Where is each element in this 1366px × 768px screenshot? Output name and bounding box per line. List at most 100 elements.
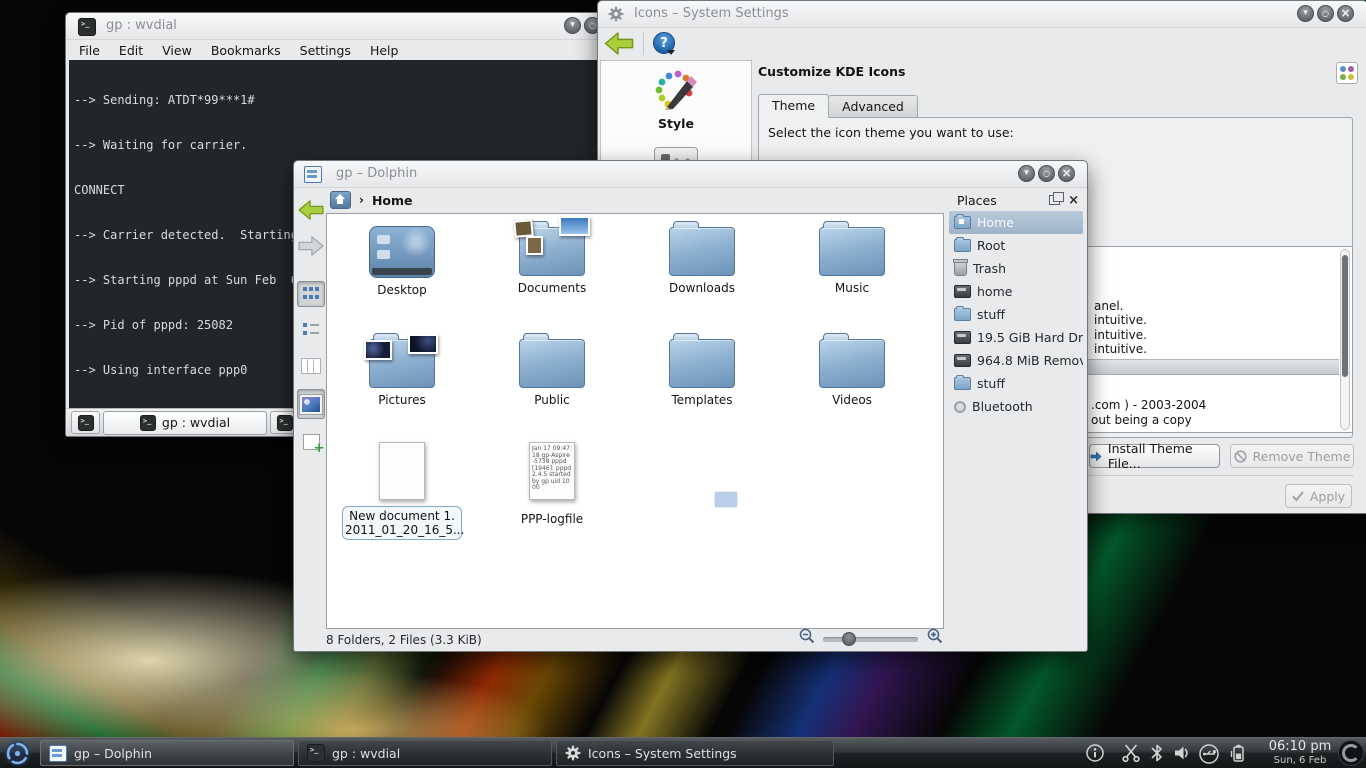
breadcrumb-home[interactable]: Home (372, 193, 413, 208)
app-launcher-button[interactable] (3, 739, 32, 768)
page-title: Customize KDE Icons (758, 64, 905, 79)
zoom-slider-handle[interactable] (842, 632, 856, 646)
close-panel-icon[interactable] (1068, 194, 1079, 207)
style-icon (653, 69, 699, 113)
menu-bookmarks[interactable]: Bookmarks (211, 43, 281, 58)
bluetooth-icon[interactable] (1149, 743, 1165, 767)
home-folder-icon[interactable] (330, 191, 351, 209)
back-button[interactable] (604, 31, 634, 60)
details-view-button[interactable] (297, 317, 325, 343)
folder-icon (954, 308, 971, 321)
split-view-button[interactable] (297, 429, 325, 455)
status-text: 8 Folders, 2 Files (3.3 KiB) (326, 633, 482, 647)
menu-file[interactable]: File (79, 43, 100, 58)
terminal-tab-icon (140, 415, 156, 431)
maximize-button[interactable] (1317, 5, 1334, 22)
icons-view-button[interactable] (297, 281, 325, 307)
menu-edit[interactable]: Edit (119, 43, 143, 58)
folder-item-templates[interactable]: Templates (637, 330, 767, 407)
selected-file-label: New document 1. 2011_01_20_16_5... (342, 506, 462, 540)
minimize-button[interactable] (564, 17, 581, 34)
dolphin-title: gp – Dolphin (336, 166, 417, 181)
maximize-button[interactable] (1038, 165, 1055, 182)
task-dolphin[interactable]: gp – Dolphin (40, 740, 294, 766)
scrollbar[interactable] (1340, 249, 1350, 430)
task-system-settings[interactable]: Icons – System Settings (556, 740, 834, 766)
chevron-down-icon (667, 50, 675, 55)
battery-icon[interactable] (1228, 743, 1248, 768)
folder-item-documents[interactable]: Documents (487, 218, 617, 295)
music-folder-icon (819, 227, 885, 276)
zoom-in-icon[interactable] (927, 628, 943, 648)
places-item-bluetooth[interactable]: Bluetooth (949, 395, 1083, 418)
clipboard-scissors-icon[interactable] (1120, 743, 1142, 767)
notifications-icon[interactable] (1085, 743, 1105, 767)
preview-button[interactable] (297, 389, 325, 419)
system-settings-titlebar[interactable]: Icons – System Settings (598, 1, 1366, 28)
pictures-folder-icon (369, 339, 435, 388)
theme-info: out being a copy (1091, 413, 1192, 427)
theme-description: anel. (1094, 299, 1124, 313)
tab-advanced[interactable]: Advanced (828, 95, 918, 118)
menu-view[interactable]: View (162, 43, 192, 58)
folder-view[interactable]: Desktop Documents Downloads Music (326, 213, 944, 629)
places-item-stuff[interactable]: stuff (949, 303, 1083, 326)
forward-button[interactable] (297, 233, 325, 259)
apply-button[interactable]: Apply (1285, 484, 1352, 508)
minimize-button[interactable] (1297, 5, 1314, 22)
folder-item-desktop[interactable]: Desktop (337, 218, 467, 297)
places-item-home[interactable]: Home (949, 211, 1083, 234)
back-button[interactable] (297, 197, 325, 223)
dolphin-toolbar (296, 197, 326, 455)
zoom-out-icon[interactable] (799, 628, 815, 648)
places-item-hard-drive[interactable]: 19.5 GiB Hard Drive (949, 326, 1083, 349)
places-item-root[interactable]: Root (949, 234, 1083, 257)
minimize-button[interactable] (1018, 165, 1035, 182)
new-tab-button[interactable] (71, 411, 100, 434)
folder-item-public[interactable]: Public (487, 330, 617, 407)
select-theme-label: Select the icon theme you want to use: (768, 125, 1014, 140)
terminal-tab[interactable]: gp : wvdial (103, 411, 267, 435)
places-item-home-partition[interactable]: home (949, 280, 1083, 303)
dolphin-titlebar[interactable]: gp – Dolphin (294, 161, 1087, 188)
gear-icon (565, 745, 581, 761)
close-button[interactable] (1058, 165, 1075, 182)
places-item-stuff-2[interactable]: stuff (949, 372, 1083, 395)
folder-item-music[interactable]: Music (787, 218, 917, 295)
task-wvdial[interactable]: gp : wvdial (298, 740, 552, 766)
scrollbar-thumb[interactable] (1342, 255, 1348, 377)
document-icon (379, 442, 425, 500)
folder-item-videos[interactable]: Videos (787, 330, 917, 407)
terminal-title: gp : wvdial (106, 18, 177, 33)
folder-item-pictures[interactable]: Pictures (337, 330, 467, 407)
menu-help[interactable]: Help (370, 43, 399, 58)
folder-icon (954, 239, 971, 252)
system-settings-toolbar (598, 27, 1366, 60)
panel-cashew-button[interactable] (1338, 740, 1364, 766)
overview-button[interactable] (1336, 62, 1358, 84)
remove-theme-button[interactable]: Remove Theme (1230, 444, 1354, 468)
menu-settings[interactable]: Settings (300, 43, 351, 58)
places-item-removable[interactable]: 964.8 MiB Remov... (949, 349, 1083, 372)
install-theme-button[interactable]: Install Theme File... (1089, 444, 1220, 468)
places-item-trash[interactable]: Trash (949, 257, 1083, 280)
volume-icon[interactable] (1172, 743, 1192, 767)
columns-view-button[interactable] (297, 353, 325, 379)
device-notifier-icon[interactable] (1198, 743, 1220, 768)
preview-icon (300, 395, 322, 414)
float-panel-icon[interactable] (1049, 195, 1060, 205)
terminal-titlebar[interactable]: gp : wvdial (66, 13, 609, 40)
tab-theme[interactable]: Theme (758, 94, 829, 118)
file-item-ppp-logfile[interactable]: Jan 17 09:47:18 gp-Aspire-5738 pppd[1946… (487, 436, 617, 526)
folder-item-downloads[interactable]: Downloads (637, 218, 767, 295)
theme-info: .com ) - 2003-2004 (1091, 398, 1206, 412)
public-folder-icon (519, 339, 585, 388)
dolphin-window: gp – Dolphin › Home (293, 160, 1088, 652)
drag-ghost-icon (714, 491, 738, 508)
zoom-slider[interactable] (823, 637, 918, 642)
close-button[interactable] (1337, 5, 1354, 22)
details-view-icon (303, 323, 319, 337)
clock[interactable]: 06:10 pm Sun, 6 Feb (1268, 740, 1332, 766)
file-item-new-document[interactable]: New document 1. 2011_01_20_16_5... (337, 436, 467, 540)
terminal-app-icon (78, 18, 96, 36)
